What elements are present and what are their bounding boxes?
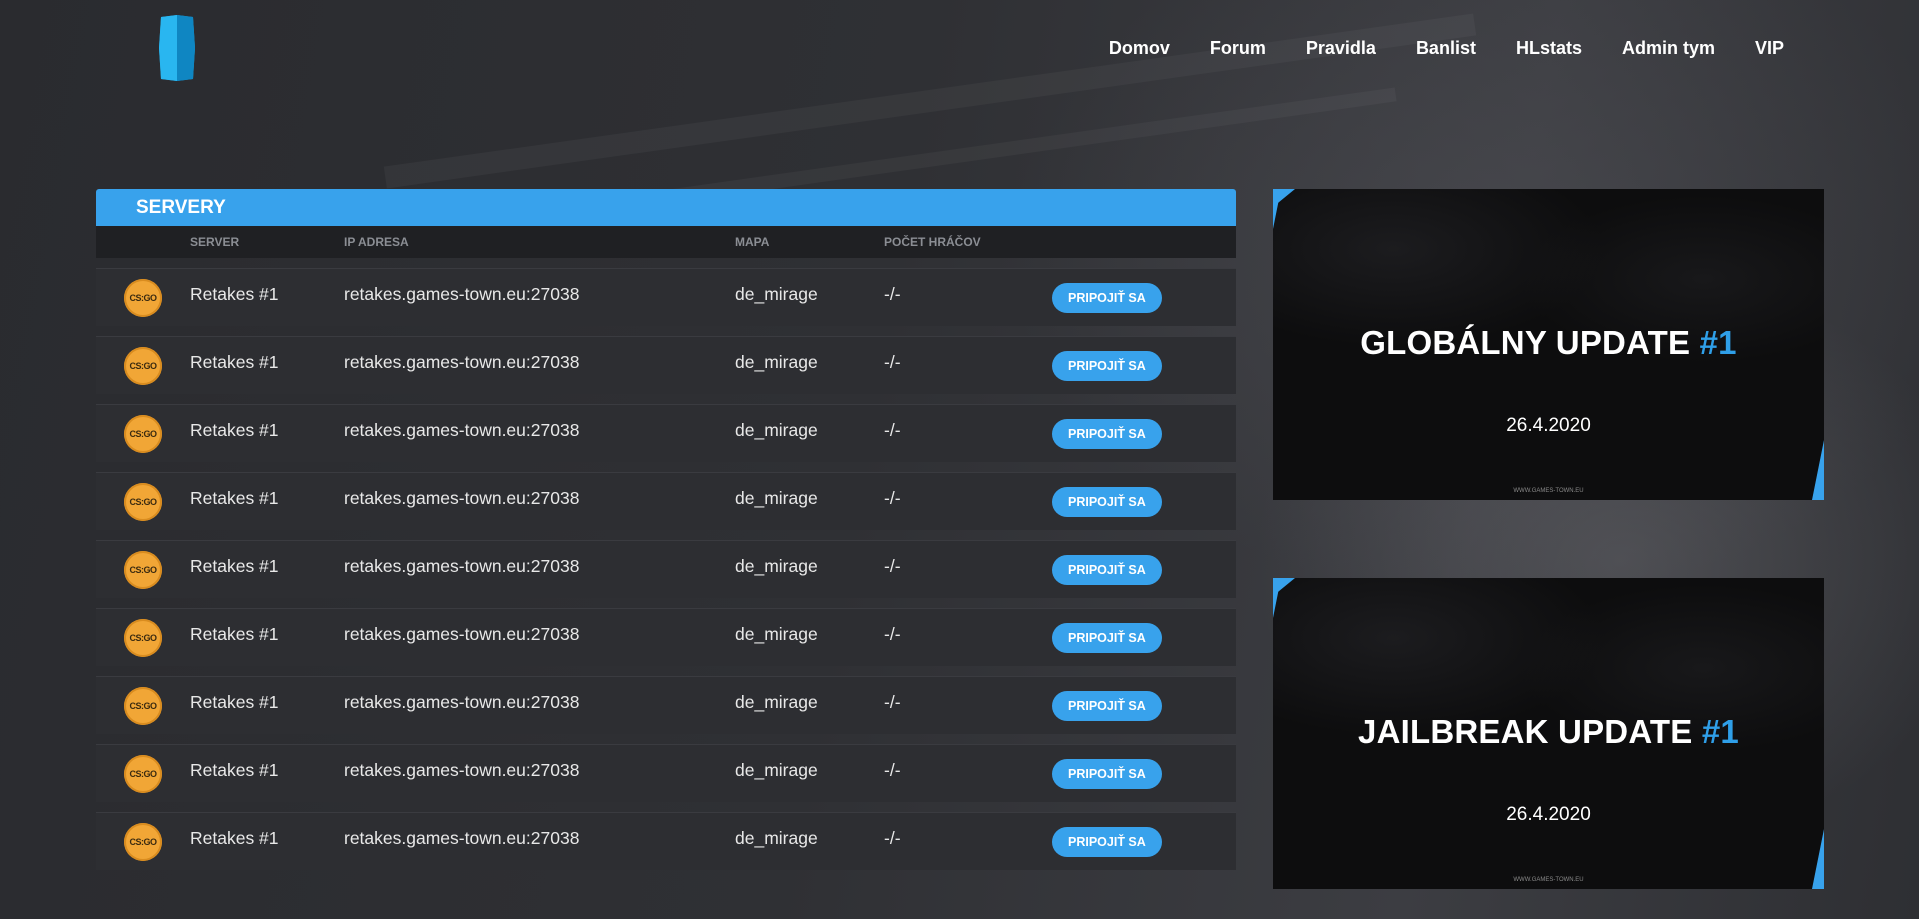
server-map: de_mirage xyxy=(735,828,818,848)
table-row: CS:GO Retakes #1 retakes.games-town.eu:2… xyxy=(96,404,1236,462)
server-name: Retakes #1 xyxy=(190,760,279,780)
table-row: CS:GO Retakes #1 retakes.games-town.eu:2… xyxy=(96,472,1236,530)
main-nav: Domov Forum Pravidla Banlist HLstats Adm… xyxy=(1109,38,1784,59)
csgo-icon: CS:GO xyxy=(124,618,162,657)
server-players: -/- xyxy=(884,284,901,304)
nav-item-vip[interactable]: VIP xyxy=(1755,38,1784,59)
server-ip: retakes.games-town.eu:27038 xyxy=(344,760,580,780)
card-corner-accent xyxy=(1273,189,1281,229)
join-button[interactable]: PRIPOJIŤ SA xyxy=(1052,282,1162,313)
join-button[interactable]: PRIPOJIŤ SA xyxy=(1052,418,1162,449)
table-row: CS:GO Retakes #1 retakes.games-town.eu:2… xyxy=(96,676,1236,734)
server-players: -/- xyxy=(884,828,901,848)
server-ip: retakes.games-town.eu:27038 xyxy=(344,488,580,508)
news-card-global-update[interactable]: GLOBÁLNY UPDATE #1 26.4.2020 WWW.GAMES-T… xyxy=(1273,189,1824,500)
nav-item-domov[interactable]: Domov xyxy=(1109,38,1170,59)
server-players: -/- xyxy=(884,556,901,576)
join-button[interactable]: PRIPOJIŤ SA xyxy=(1052,350,1162,381)
server-map: de_mirage xyxy=(735,624,818,644)
nav-item-forum[interactable]: Forum xyxy=(1210,38,1266,59)
table-row: CS:GO Retakes #1 retakes.games-town.eu:2… xyxy=(96,744,1236,802)
server-ip: retakes.games-town.eu:27038 xyxy=(344,828,580,848)
news-card-jailbreak-update[interactable]: JAILBREAK UPDATE #1 26.4.2020 WWW.GAMES-… xyxy=(1273,578,1824,889)
server-name: Retakes #1 xyxy=(190,284,279,304)
table-row: CS:GO Retakes #1 retakes.games-town.eu:2… xyxy=(96,268,1236,326)
news-card-number: #1 xyxy=(1699,324,1737,361)
server-map: de_mirage xyxy=(735,692,818,712)
server-map: de_mirage xyxy=(735,352,818,372)
csgo-icon: CS:GO xyxy=(124,278,162,317)
header-server: SERVER xyxy=(190,235,240,249)
table-row: CS:GO Retakes #1 retakes.games-town.eu:2… xyxy=(96,608,1236,666)
nav-item-hlstats[interactable]: HLstats xyxy=(1516,38,1582,59)
server-ip: retakes.games-town.eu:27038 xyxy=(344,692,580,712)
news-card-title: GLOBÁLNY UPDATE #1 xyxy=(1273,324,1824,362)
csgo-icon: CS:GO xyxy=(124,754,162,793)
server-name: Retakes #1 xyxy=(190,556,279,576)
join-button[interactable]: PRIPOJIŤ SA xyxy=(1052,758,1162,789)
news-card-title: JAILBREAK UPDATE #1 xyxy=(1273,713,1824,751)
server-name: Retakes #1 xyxy=(190,488,279,508)
server-players: -/- xyxy=(884,760,901,780)
table-row: CS:GO Retakes #1 retakes.games-town.eu:2… xyxy=(96,336,1236,394)
join-button[interactable]: PRIPOJIŤ SA xyxy=(1052,622,1162,653)
header-map: MAPA xyxy=(735,235,770,249)
server-map: de_mirage xyxy=(735,760,818,780)
server-name: Retakes #1 xyxy=(190,828,279,848)
server-players: -/- xyxy=(884,488,901,508)
news-card-title-text: GLOBÁLNY UPDATE xyxy=(1360,324,1691,361)
server-map: de_mirage xyxy=(735,556,818,576)
server-name: Retakes #1 xyxy=(190,420,279,440)
header-ip: IP ADRESA xyxy=(344,235,409,249)
server-name: Retakes #1 xyxy=(190,624,279,644)
server-players: -/- xyxy=(884,692,901,712)
server-ip: retakes.games-town.eu:27038 xyxy=(344,556,580,576)
join-button[interactable]: PRIPOJIŤ SA xyxy=(1052,826,1162,857)
csgo-icon: CS:GO xyxy=(124,686,162,725)
servers-panel: SERVERY SERVER IP ADRESA MAPA POČET HRÁČ… xyxy=(96,189,1236,870)
server-ip: retakes.games-town.eu:27038 xyxy=(344,284,580,304)
server-players: -/- xyxy=(884,624,901,644)
server-ip: retakes.games-town.eu:27038 xyxy=(344,624,580,644)
nav-item-admin-tym[interactable]: Admin tym xyxy=(1622,38,1715,59)
server-map: de_mirage xyxy=(735,284,818,304)
server-ip: retakes.games-town.eu:27038 xyxy=(344,352,580,372)
table-row: CS:GO Retakes #1 retakes.games-town.eu:2… xyxy=(96,812,1236,870)
csgo-icon: CS:GO xyxy=(124,482,162,521)
join-button[interactable]: PRIPOJIŤ SA xyxy=(1052,554,1162,585)
csgo-icon: CS:GO xyxy=(124,822,162,861)
server-ip: retakes.games-town.eu:27038 xyxy=(344,420,580,440)
news-card-number: #1 xyxy=(1701,713,1739,750)
server-map: de_mirage xyxy=(735,488,818,508)
news-card-date: 26.4.2020 xyxy=(1506,804,1591,825)
server-players: -/- xyxy=(884,420,901,440)
csgo-icon: CS:GO xyxy=(124,346,162,385)
join-button[interactable]: PRIPOJIŤ SA xyxy=(1052,486,1162,517)
server-name: Retakes #1 xyxy=(190,352,279,372)
header-players: POČET HRÁČOV xyxy=(884,235,981,249)
table-row: CS:GO Retakes #1 retakes.games-town.eu:2… xyxy=(96,540,1236,598)
join-button[interactable]: PRIPOJIŤ SA xyxy=(1052,690,1162,721)
servers-panel-title: SERVERY xyxy=(96,189,1236,226)
server-name: Retakes #1 xyxy=(190,692,279,712)
servers-table-header: SERVER IP ADRESA MAPA POČET HRÁČOV xyxy=(96,226,1236,258)
csgo-icon: CS:GO xyxy=(124,414,162,453)
csgo-icon: CS:GO xyxy=(124,550,162,589)
site-logo-icon[interactable] xyxy=(155,15,199,81)
server-map: de_mirage xyxy=(735,420,818,440)
server-players: -/- xyxy=(884,352,901,372)
nav-item-banlist[interactable]: Banlist xyxy=(1416,38,1476,59)
news-card-title-text: JAILBREAK UPDATE xyxy=(1358,713,1693,750)
news-card-footer: WWW.GAMES-TOWN.EU xyxy=(1513,488,1584,494)
card-corner-accent xyxy=(1273,578,1281,618)
news-card-footer: WWW.GAMES-TOWN.EU xyxy=(1513,877,1584,883)
nav-item-pravidla[interactable]: Pravidla xyxy=(1306,38,1376,59)
news-card-date: 26.4.2020 xyxy=(1506,415,1591,436)
